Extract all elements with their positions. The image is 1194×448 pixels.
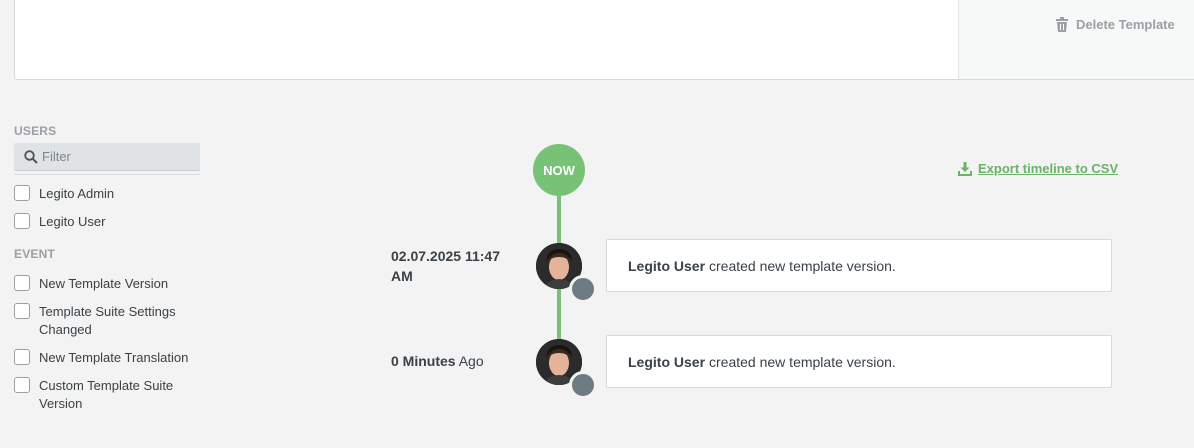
checkbox[interactable] bbox=[14, 303, 30, 319]
relative-time-value: 0 Minutes bbox=[391, 353, 456, 369]
checkbox[interactable] bbox=[14, 185, 30, 201]
event-checkbox-suite-settings-changed[interactable]: Template Suite Settings Changed bbox=[14, 303, 200, 339]
template-actions-panel bbox=[958, 0, 1194, 79]
checkbox-label: Custom Template Suite Version bbox=[39, 378, 174, 411]
timeline-filters: USERS Legito Admin Legito User EVENT New… bbox=[14, 124, 200, 413]
event-user-name: Legito User bbox=[628, 257, 706, 274]
user-checkbox-legito-admin[interactable]: Legito Admin bbox=[14, 185, 200, 203]
events-list: New Template Version Template Suite Sett… bbox=[14, 275, 200, 413]
checkbox-label: New Template Version bbox=[39, 276, 169, 291]
template-content-card bbox=[14, 0, 1194, 80]
event-user-name: Legito User bbox=[628, 353, 706, 370]
delete-template-label: Delete Template bbox=[1076, 17, 1175, 32]
timeline-connector bbox=[557, 288, 561, 340]
users-filter-box bbox=[14, 143, 200, 171]
checkbox-label: New Template Translation bbox=[39, 350, 189, 365]
timeline-event-card: Legito User created new template version… bbox=[606, 239, 1112, 292]
checkbox[interactable] bbox=[14, 275, 30, 291]
download-icon bbox=[958, 161, 972, 176]
event-checkbox-new-template-version[interactable]: New Template Version bbox=[14, 275, 200, 293]
export-timeline-label: Export timeline to CSV bbox=[978, 161, 1119, 176]
users-list: Legito Admin Legito User bbox=[14, 185, 200, 231]
checkbox[interactable] bbox=[14, 377, 30, 393]
filter-divider bbox=[14, 174, 200, 175]
checkbox[interactable] bbox=[14, 349, 30, 365]
users-filter-input[interactable] bbox=[42, 149, 192, 164]
users-section-title: USERS bbox=[14, 124, 57, 138]
checkbox-label: Template Suite Settings Changed bbox=[39, 304, 176, 337]
timeline-entry-time: 0 Minutes Ago bbox=[391, 351, 484, 371]
trash-icon bbox=[1056, 17, 1068, 32]
search-icon bbox=[24, 149, 38, 164]
delete-template-button[interactable]: Delete Template bbox=[1055, 17, 1175, 32]
timeline-entry-time: 02.07.2025 11:47 AM bbox=[391, 248, 500, 284]
timeline-event-card: Legito User created new template version… bbox=[606, 335, 1112, 388]
user-status-badge bbox=[569, 275, 597, 303]
event-action-text: created new template version. bbox=[709, 257, 896, 274]
event-checkbox-custom-suite-version[interactable]: Custom Template Suite Version bbox=[14, 377, 200, 413]
event-section-title: EVENT bbox=[14, 247, 56, 261]
checkbox-label: Legito Admin bbox=[39, 186, 115, 201]
timeline-now-marker: NOW bbox=[533, 144, 585, 196]
user-checkbox-legito-user[interactable]: Legito User bbox=[14, 213, 200, 231]
event-action-text: created new template version. bbox=[709, 353, 896, 370]
user-status-badge bbox=[569, 371, 597, 399]
event-checkbox-new-template-translation[interactable]: New Template Translation bbox=[14, 349, 200, 367]
relative-time-suffix: Ago bbox=[458, 353, 484, 369]
timeline-connector bbox=[557, 196, 561, 244]
checkbox-label: Legito User bbox=[39, 214, 106, 229]
checkbox[interactable] bbox=[14, 213, 30, 229]
export-timeline-csv-link[interactable]: Export timeline to CSV bbox=[958, 161, 1118, 176]
